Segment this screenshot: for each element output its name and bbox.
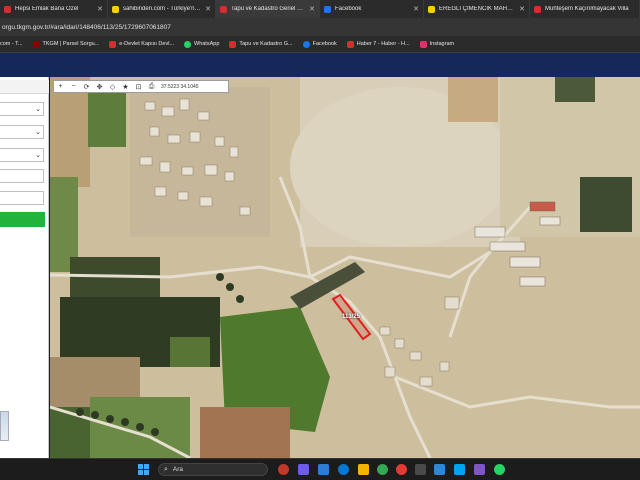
tab-favicon-icon <box>220 5 227 13</box>
chevron-down-icon: ⌄ <box>35 152 41 159</box>
zoom-in-button[interactable]: + <box>54 81 67 92</box>
edevlet-icon <box>109 40 117 48</box>
measure-icon[interactable]: ◇ <box>106 81 119 92</box>
query-panel: ⌄ ⌄ ⌄ <box>0 77 49 458</box>
print-icon[interactable]: ⎙ <box>145 81 158 92</box>
windows-taskbar: ⌕ Ara <box>0 458 640 480</box>
tkgm-icon <box>32 40 40 48</box>
bookmark-label: com - T... <box>0 41 23 47</box>
parcel-input[interactable] <box>0 191 44 205</box>
bookmark-label: Haber 7 - Haber - H... <box>356 41 410 47</box>
chrome-icon[interactable] <box>377 464 388 475</box>
app-icon[interactable] <box>278 464 289 475</box>
query-button[interactable] <box>0 212 45 227</box>
facebook-icon <box>302 40 310 48</box>
address-bar[interactable]: orgu.tkgm.gov.tr/#ara/idari/148406/113/2… <box>0 18 640 36</box>
map-toolbar: + − ⟳ ✥ ◇ ★ ⊡ ⎙ 37.5223 34.1045 <box>53 80 229 93</box>
tab-favicon-icon <box>428 5 435 13</box>
browser-tab-active[interactable]: Tapu ve Kadastro Genel Müdürl ✕ <box>216 0 320 18</box>
bookmark-item[interactable]: com - T... <box>0 41 23 47</box>
close-icon[interactable]: ✕ <box>97 5 103 13</box>
block-input[interactable] <box>0 169 44 183</box>
bookmark-label: WhatsApp <box>194 41 220 47</box>
site-header <box>0 53 640 77</box>
taskbar-search[interactable]: ⌕ Ara <box>158 463 268 476</box>
whatsapp-icon[interactable] <box>494 464 505 475</box>
pan-icon[interactable]: ✥ <box>93 81 106 92</box>
whatsapp-icon <box>184 40 191 48</box>
bookmark-label: Instagram <box>429 41 455 47</box>
chevron-down-icon: ⌄ <box>35 129 41 136</box>
layers-icon[interactable]: ⊡ <box>132 81 145 92</box>
refresh-icon[interactable]: ⟳ <box>80 81 93 92</box>
close-icon[interactable]: ✕ <box>205 5 211 13</box>
tab-favicon-icon <box>534 5 541 13</box>
file-explorer-icon[interactable] <box>358 464 369 475</box>
chevron-down-icon: ⌄ <box>35 106 41 113</box>
browser-tab[interactable]: sahibinden.com - Türkiye'nin O ✕ <box>108 0 216 18</box>
map-thumbnail[interactable] <box>0 411 9 441</box>
tab-favicon-icon <box>324 5 331 13</box>
bookmark-label: TKGM | Parsel Sorgu... <box>42 41 100 47</box>
haber7-icon <box>346 40 354 48</box>
browser-tab[interactable]: Hepsi Emlak Bana Özel ✕ <box>0 0 108 18</box>
browser-tab[interactable]: EREĞLİ ÇİMENCİK MAHALLESİN ✕ <box>424 0 530 18</box>
tab-label: Hepsi Emlak Bana Özel <box>15 6 79 12</box>
bookmark-item[interactable]: Tapu ve Kadastro G... <box>229 40 293 48</box>
edge-icon[interactable] <box>338 464 349 475</box>
bookmark-item[interactable]: TKGM | Parsel Sorgu... <box>32 40 100 48</box>
app-icon[interactable] <box>434 464 445 475</box>
bookmark-label: Tapu ve Kadastro G... <box>239 41 293 47</box>
bookmark-label: e-Devlet Kapısı Devl... <box>119 41 174 47</box>
bookmark-item[interactable]: WhatsApp <box>184 40 220 48</box>
app-icon[interactable] <box>474 464 485 475</box>
bookmark-item[interactable]: e-Devlet Kapısı Devl... <box>109 40 174 48</box>
bookmark-label: Facebook <box>312 41 337 47</box>
bookmark-item[interactable]: Instagram <box>419 40 455 48</box>
tab-label: Facebook <box>335 6 362 12</box>
windows-start-icon[interactable] <box>138 464 149 475</box>
tab-label: Tapu ve Kadastro Genel Müdürl <box>231 6 306 12</box>
url-text[interactable]: orgu.tkgm.gov.tr/#ara/idari/148406/113/2… <box>2 24 171 31</box>
zoom-out-button[interactable]: − <box>67 81 80 92</box>
favorite-icon[interactable]: ★ <box>119 81 132 92</box>
close-icon[interactable]: ✕ <box>519 5 525 13</box>
close-icon[interactable]: ✕ <box>309 5 315 13</box>
parcel-label: 113/25 <box>342 314 361 320</box>
tab-label: Muhteşem Kaçırılmayacak Villa <box>545 6 629 12</box>
tab-label: EREĞLİ ÇİMENCİK MAHALLESİN <box>439 6 515 12</box>
app-icon[interactable] <box>318 464 329 475</box>
search-icon: ⌕ <box>164 465 168 473</box>
panel-header <box>0 80 49 94</box>
app-icon[interactable] <box>454 464 465 475</box>
app-icon[interactable] <box>298 464 309 475</box>
coordinate-readout: 37.5223 34.1045 <box>161 83 199 90</box>
tab-favicon-icon <box>112 5 119 13</box>
search-text: Ara <box>172 466 184 473</box>
tab-label: sahibinden.com - Türkiye'nin O <box>123 6 202 12</box>
browser-tab-strip: Hepsi Emlak Bana Özel ✕ sahibinden.com -… <box>0 0 640 18</box>
tapu-icon <box>229 40 237 48</box>
opera-icon[interactable] <box>396 464 407 475</box>
neighborhood-select[interactable]: ⌄ <box>0 148 44 162</box>
close-icon[interactable]: ✕ <box>413 5 419 13</box>
bookmark-item[interactable]: Facebook <box>302 40 337 48</box>
tab-favicon-icon <box>4 5 11 13</box>
browser-tab[interactable]: Muhteşem Kaçırılmayacak Villa <box>530 0 640 18</box>
browser-tab[interactable]: Facebook ✕ <box>320 0 424 18</box>
app-icon[interactable] <box>415 464 426 475</box>
bookmarks-bar: com - T... TKGM | Parsel Sorgu... e-Devl… <box>0 36 640 53</box>
satellite-map[interactable]: + − ⟳ ✥ ◇ ★ ⊡ ⎙ 37.5223 34.1045 113/25 <box>50 77 640 458</box>
bookmark-item[interactable]: Haber 7 - Haber - H... <box>346 40 410 48</box>
map-imagery <box>50 77 640 458</box>
instagram-icon <box>419 40 427 48</box>
province-select[interactable]: ⌄ <box>0 102 44 116</box>
district-select[interactable]: ⌄ <box>0 125 44 139</box>
